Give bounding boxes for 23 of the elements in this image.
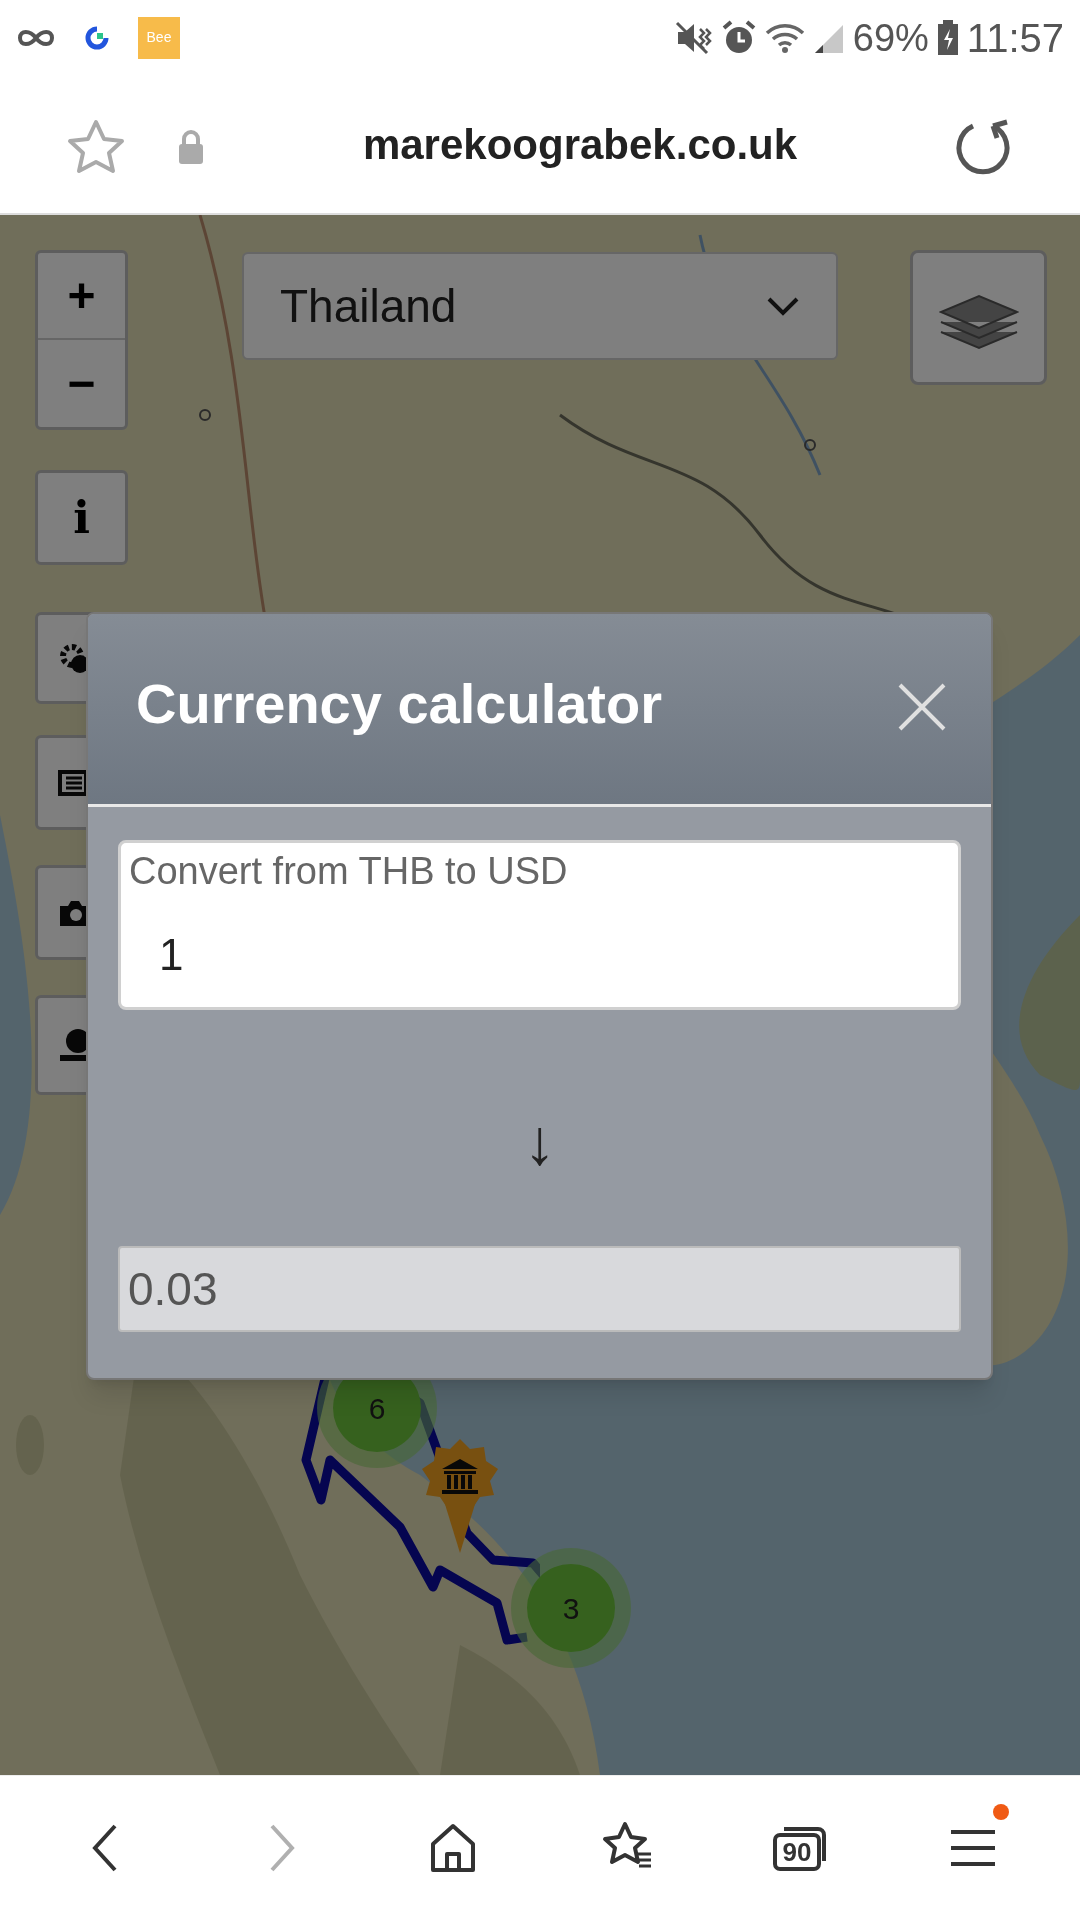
chevron-down-icon xyxy=(766,296,800,316)
app-badge: Bee xyxy=(138,16,180,59)
clock-time: 11:57 xyxy=(966,17,1064,58)
mute-icon xyxy=(674,20,713,55)
close-icon[interactable] xyxy=(897,682,947,732)
zoom-in-button[interactable]: + xyxy=(38,253,125,340)
dialog-title: Currency calculator xyxy=(136,671,662,737)
country-select[interactable]: Thailand xyxy=(242,252,838,360)
lock-icon xyxy=(177,129,205,165)
app-logo-icon xyxy=(84,24,110,51)
tabs-button[interactable]: 90 xyxy=(749,1798,850,1898)
url-text[interactable]: marekoograbek.co.uk xyxy=(320,112,840,176)
battery-icon xyxy=(936,19,959,56)
info-button[interactable]: i xyxy=(35,470,128,565)
result-field: 0.03 xyxy=(118,1246,961,1332)
star-icon[interactable] xyxy=(66,118,126,176)
amount-field[interactable]: Convert from THB to USD 1 xyxy=(118,840,961,1010)
battery-percent: 69% xyxy=(852,18,929,57)
newspaper-icon xyxy=(58,767,88,798)
zoom-out-button[interactable]: − xyxy=(38,340,125,427)
layers-button[interactable] xyxy=(910,250,1047,385)
alarm-icon xyxy=(720,19,757,56)
arrow-down: ↓ xyxy=(523,1110,556,1176)
